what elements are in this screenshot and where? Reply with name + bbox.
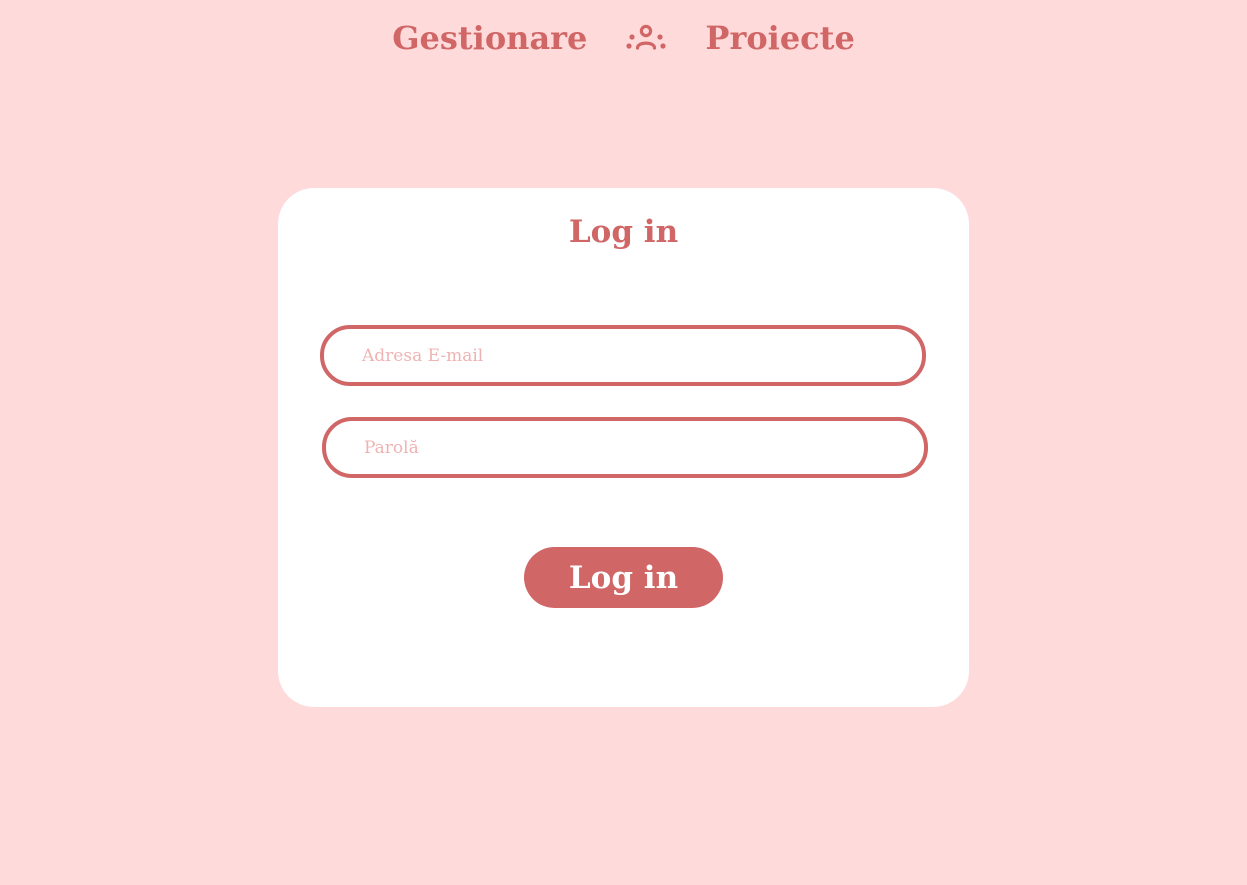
login-title: Log in	[568, 214, 679, 250]
password-input[interactable]	[364, 421, 904, 474]
email-field[interactable]	[320, 325, 926, 386]
login-button[interactable]: Log in	[524, 547, 723, 608]
site-header: Gestionare Proiecte	[0, 18, 1247, 58]
password-field[interactable]	[322, 417, 928, 478]
brand-text-right: Proiecte	[705, 19, 855, 57]
login-card: Log in Log in	[278, 188, 969, 707]
brand-text-left: Gestionare	[392, 19, 588, 57]
email-input[interactable]	[362, 329, 902, 382]
team-users-icon	[623, 18, 669, 58]
